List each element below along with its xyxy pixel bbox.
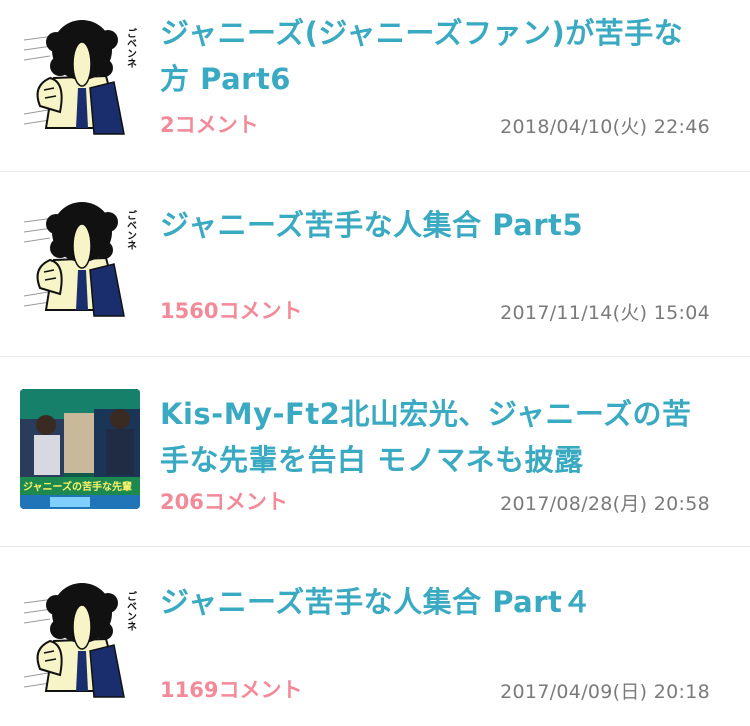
article-title[interactable]: ジャニーズ苦手な人集合 Part5 bbox=[160, 202, 710, 248]
comment-count[interactable]: 206コメント bbox=[160, 487, 288, 517]
post-date: 2017/04/09(日) 20:18 bbox=[500, 681, 710, 703]
comment-count[interactable]: 1560コメント bbox=[160, 296, 302, 326]
article-title[interactable]: ジャニーズ(ジャニーズファン)が苦手な方 Part6 bbox=[160, 10, 710, 102]
manga-character-image: ごベンネ bbox=[20, 579, 140, 699]
article-item[interactable]: ごベンネ ジャニーズ(ジャニーズファン)が苦手な方 Part6 2コメント 20… bbox=[0, 0, 750, 172]
article-item[interactable]: ごベンネ ジャニーズ苦手な人集合 Part5 1560コメント 2017/11/… bbox=[0, 172, 750, 357]
svg-text:ごベンネ: ごベンネ bbox=[125, 209, 137, 250]
article-item[interactable]: ジャニーズの苦手な先輩 Kis-My-Ft2北山宏光、ジャニーズの苦手な先輩を告… bbox=[0, 357, 750, 547]
article-title[interactable]: Kis-My-Ft2北山宏光、ジャニーズの苦手な先輩を告白 モノマネも披露 bbox=[160, 391, 710, 483]
manga-thumbnail[interactable]: ごベンネ bbox=[20, 198, 140, 318]
article-list: ごベンネ ジャニーズ(ジャニーズファン)が苦手な方 Part6 2コメント 20… bbox=[0, 0, 750, 726]
post-date: 2017/11/14(火) 15:04 bbox=[500, 302, 710, 324]
article-item[interactable]: ごベンネ ジャニーズ苦手な人集合 Part４ 1169コメント 2017/04/… bbox=[0, 547, 750, 726]
manga-thumbnail[interactable]: ごベンネ bbox=[20, 579, 140, 699]
svg-text:ジャニーズの苦手な先輩: ジャニーズの苦手な先輩 bbox=[23, 480, 132, 493]
svg-text:ごベンネ: ごベンネ bbox=[125, 27, 137, 68]
comment-count[interactable]: 2コメント bbox=[160, 110, 259, 140]
manga-character-image: ごベンネ bbox=[20, 198, 140, 318]
tv-show-image: ジャニーズの苦手な先輩 bbox=[20, 389, 140, 509]
manga-thumbnail[interactable]: ごベンネ bbox=[20, 16, 140, 136]
news-thumbnail[interactable]: ジャニーズの苦手な先輩 bbox=[20, 389, 140, 509]
svg-text:ごベンネ: ごベンネ bbox=[125, 590, 137, 631]
article-title[interactable]: ジャニーズ苦手な人集合 Part４ bbox=[160, 579, 710, 625]
post-date: 2018/04/10(火) 22:46 bbox=[500, 116, 710, 138]
post-date: 2017/08/28(月) 20:58 bbox=[500, 493, 710, 515]
comment-count[interactable]: 1169コメント bbox=[160, 675, 302, 705]
manga-character-image: ごベンネ bbox=[20, 16, 140, 136]
